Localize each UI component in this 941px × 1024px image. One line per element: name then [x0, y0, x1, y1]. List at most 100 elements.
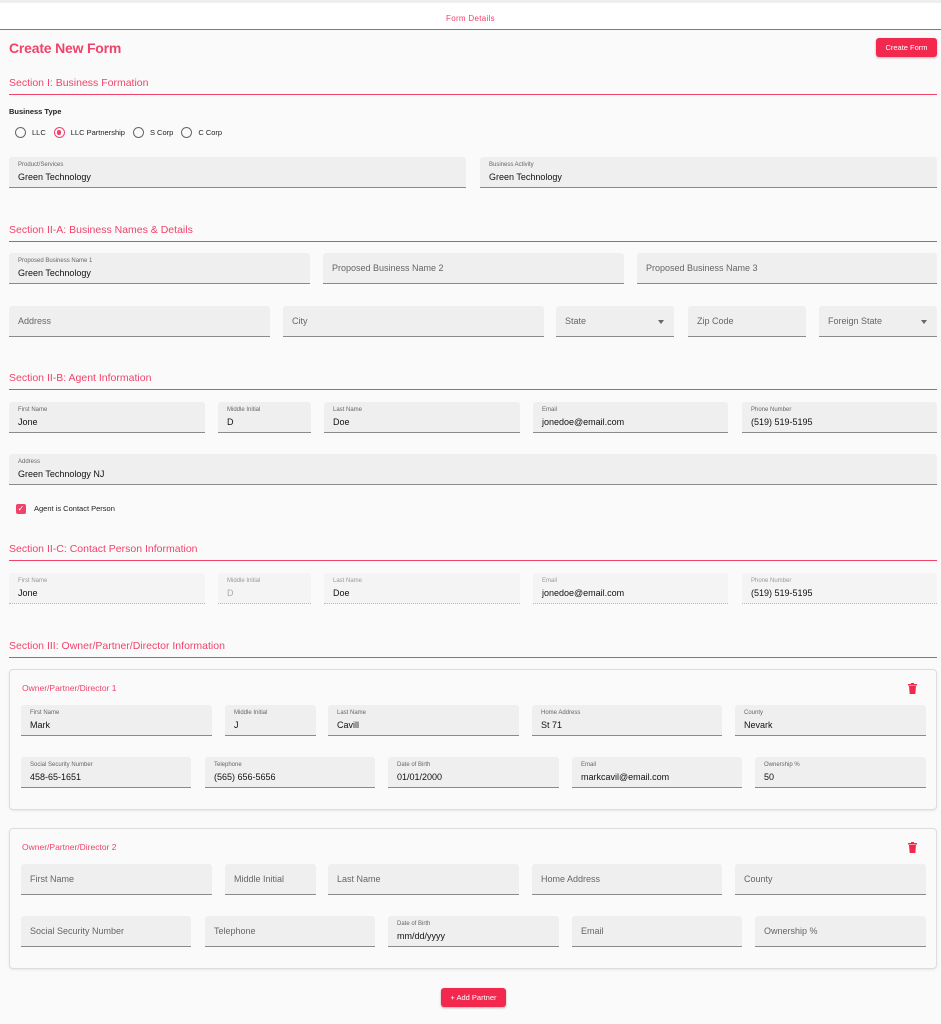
agent-middle-initial-field[interactable]: Middle Initial D	[218, 402, 311, 433]
partner-telephone-field[interactable]: Telephone	[205, 916, 375, 947]
business-name-2-field[interactable]: Proposed Business Name 2	[323, 253, 624, 284]
partner-home-address-field[interactable]: Home Address St 71	[532, 705, 722, 736]
radio-label-s-corp: S Corp	[149, 128, 174, 137]
field-label: Phone Number	[751, 407, 792, 413]
partner-dob-field[interactable]: Date of Birth mm/dd/yyyy	[388, 916, 559, 947]
partner-email-field[interactable]: Email markcavil@email.com	[572, 757, 742, 788]
address-field[interactable]: Address	[9, 306, 270, 337]
field-value: Green Technology	[489, 172, 562, 182]
field-label: Social Security Number	[30, 762, 93, 768]
product-services-field[interactable]: Product/Services Green Technology	[9, 157, 466, 188]
create-form-button[interactable]: Create Form	[876, 38, 937, 57]
partner-card-title: Owner/Partner/Director 2	[22, 842, 117, 852]
field-placeholder: First Name	[30, 874, 75, 884]
field-value: (519) 519-5195	[751, 588, 813, 598]
partner-last-name-field[interactable]: Last Name Cavill	[328, 705, 519, 736]
business-type-label: Business Type	[9, 107, 62, 116]
field-placeholder: Proposed Business Name 3	[646, 263, 758, 273]
field-placeholder: Telephone	[214, 926, 256, 936]
partner-telephone-field[interactable]: Telephone (565) 656-5656	[205, 757, 375, 788]
partner-ownership-field[interactable]: Ownership %	[755, 916, 926, 947]
partner-home-address-field[interactable]: Home Address	[532, 864, 722, 895]
field-label: Last Name	[337, 710, 367, 716]
agent-phone-field[interactable]: Phone Number (519) 519-5195	[742, 402, 937, 433]
add-partner-button[interactable]: + Add Partner	[441, 988, 506, 1007]
trash-icon[interactable]	[908, 842, 917, 853]
agent-address-field[interactable]: Address Green Technology NJ	[9, 454, 937, 485]
radio-label-c-corp: C Corp	[198, 128, 223, 137]
field-value: Cavill	[337, 720, 360, 730]
partner-ssn-field[interactable]: Social Security Number	[21, 916, 191, 947]
partner-email-field[interactable]: Email	[572, 916, 742, 947]
field-value: (565) 656-5656	[214, 772, 276, 782]
field-value: 50	[764, 772, 775, 782]
field-value: Jone	[18, 417, 38, 427]
partner-county-field[interactable]: County Nevark	[735, 705, 926, 736]
contact-email-field: Email jonedoe@email.com	[533, 573, 728, 604]
field-placeholder: Home Address	[541, 874, 601, 884]
field-value: (519) 519-5195	[751, 417, 813, 427]
field-placeholder: Proposed Business Name 2	[332, 263, 444, 273]
section-3-divider	[9, 657, 937, 658]
field-value: D	[227, 588, 234, 598]
city-field[interactable]: City	[283, 306, 544, 337]
partner-middle-initial-field[interactable]: Middle Initial J	[225, 705, 316, 736]
partner-first-name-field[interactable]: First Name	[21, 864, 212, 895]
partner-county-field[interactable]: County	[735, 864, 926, 895]
field-placeholder: County	[744, 874, 773, 884]
partner-last-name-field[interactable]: Last Name	[328, 864, 519, 895]
partner-dob-field[interactable]: Date of Birth 01/01/2000	[388, 757, 559, 788]
field-value: J	[234, 720, 239, 730]
field-label: Date of Birth	[397, 762, 431, 768]
partner-middle-initial-field[interactable]: Middle Initial	[225, 864, 316, 895]
field-label: First Name	[18, 407, 48, 413]
business-name-1-field[interactable]: Proposed Business Name 1 Green Technolog…	[9, 253, 310, 284]
field-label: First Name	[30, 710, 60, 716]
agent-email-field[interactable]: Email jonedoe@email.com	[533, 402, 728, 433]
radio-s-corp[interactable]	[132, 127, 144, 138]
foreign-state-select[interactable]: Foreign State	[819, 306, 937, 337]
field-placeholder: Foreign State	[828, 316, 883, 326]
field-label: First Name	[18, 578, 48, 584]
chevron-down-icon	[658, 320, 664, 324]
field-value: Green Technology	[18, 172, 91, 182]
partner-first-name-field[interactable]: First Name Mark	[21, 705, 212, 736]
agent-contact-checkbox[interactable]: ✓	[16, 504, 26, 514]
field-value: 458-65-1651	[30, 772, 82, 782]
partner-ssn-field[interactable]: Social Security Number 458-65-1651	[21, 757, 191, 788]
field-placeholder: Zip Code	[697, 316, 734, 326]
field-label: Address	[18, 459, 41, 465]
field-value: Green Technology NJ	[18, 469, 105, 479]
field-value: mm/dd/yyyy	[397, 931, 446, 941]
field-label: Email	[581, 762, 597, 768]
field-value: Green Technology	[18, 268, 91, 278]
field-label: Ownership %	[764, 762, 800, 768]
field-label: Email	[542, 407, 558, 413]
state-select[interactable]: State	[556, 306, 674, 337]
field-placeholder: Ownership %	[764, 926, 818, 936]
field-label: Business Activity	[489, 162, 534, 168]
field-placeholder: Last Name	[337, 874, 381, 884]
business-name-3-field[interactable]: Proposed Business Name 3	[637, 253, 937, 284]
trash-icon[interactable]	[908, 683, 917, 694]
partner-ownership-field[interactable]: Ownership % 50	[755, 757, 926, 788]
field-label: Middle Initial	[234, 710, 268, 716]
field-label: Last Name	[333, 578, 363, 584]
section-2a-divider	[9, 241, 937, 242]
business-activity-field[interactable]: Business Activity Green Technology	[480, 157, 937, 188]
agent-last-name-field[interactable]: Last Name Doe	[324, 402, 520, 433]
field-placeholder: Email	[581, 926, 604, 936]
field-value: Jone	[18, 588, 38, 598]
radio-label-llc-partnership: LLC Partnership	[70, 128, 125, 137]
field-label: Middle Initial	[227, 407, 261, 413]
zip-code-field[interactable]: Zip Code	[688, 306, 806, 337]
agent-first-name-field[interactable]: First Name Jone	[9, 402, 205, 433]
field-value: St 71	[541, 720, 563, 730]
radio-c-corp[interactable]	[181, 127, 193, 138]
top-bar: Form Details	[0, 0, 941, 30]
radio-llc[interactable]	[15, 127, 26, 138]
contact-last-name-field: Last Name Doe	[324, 573, 520, 604]
radio-llc-partnership[interactable]	[53, 127, 65, 138]
field-value: jonedoe@email.com	[542, 417, 625, 427]
field-value: jonedoe@email.com	[542, 588, 625, 598]
